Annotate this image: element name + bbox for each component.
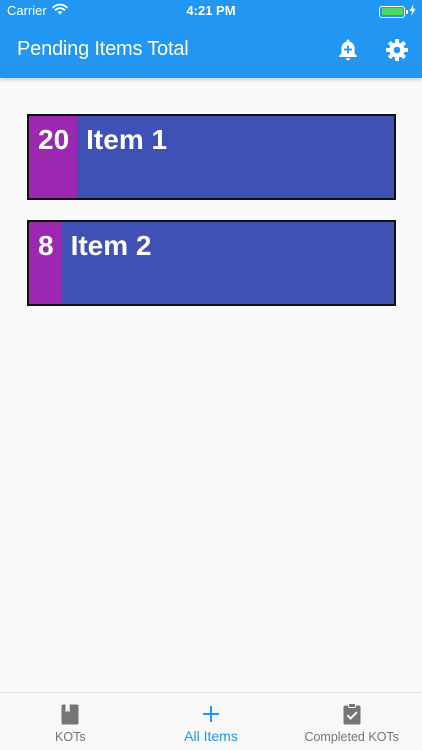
bottom-nav: KOTs All Items Completed KOTs	[0, 692, 422, 750]
settings-button[interactable]	[385, 38, 409, 62]
clipboard-check-icon	[343, 703, 361, 725]
list-item[interactable]: 20 Item 1	[27, 114, 396, 200]
list-item[interactable]: 8 Item 2	[27, 220, 396, 306]
add-alert-button[interactable]	[336, 38, 360, 62]
page-title: Pending Items Total	[17, 38, 189, 60]
tab-kots-label: KOTs	[55, 730, 86, 744]
tab-completed-kots-label: Completed KOTs	[304, 730, 399, 744]
add-alert-icon	[339, 39, 357, 61]
screen: Carrier 4:21 PM Pending Items Total 20 I…	[0, 0, 422, 750]
charging-icon	[409, 4, 416, 19]
tab-completed-kots[interactable]: Completed KOTs	[281, 693, 422, 750]
item-name: Item 2	[70, 230, 152, 261]
book-icon	[61, 703, 79, 725]
item-name: Item 1	[86, 124, 168, 155]
top-bar: Carrier 4:21 PM Pending Items Total	[0, 0, 422, 78]
status-bar: Carrier 4:21 PM	[0, 0, 422, 22]
gear-icon	[386, 39, 408, 61]
tab-kots[interactable]: KOTs	[0, 693, 141, 750]
status-time: 4:21 PM	[186, 3, 236, 18]
plus-icon	[203, 703, 219, 725]
item-quantity: 20	[29, 116, 78, 198]
battery-icon	[379, 5, 408, 18]
status-right	[379, 4, 416, 19]
tab-all-items[interactable]: All Items	[141, 693, 282, 750]
items-list: 20 Item 1 8 Item 2	[27, 114, 396, 326]
app-bar: Pending Items Total	[0, 22, 422, 78]
tab-all-items-label: All Items	[184, 728, 238, 744]
item-quantity: 8	[29, 222, 62, 304]
